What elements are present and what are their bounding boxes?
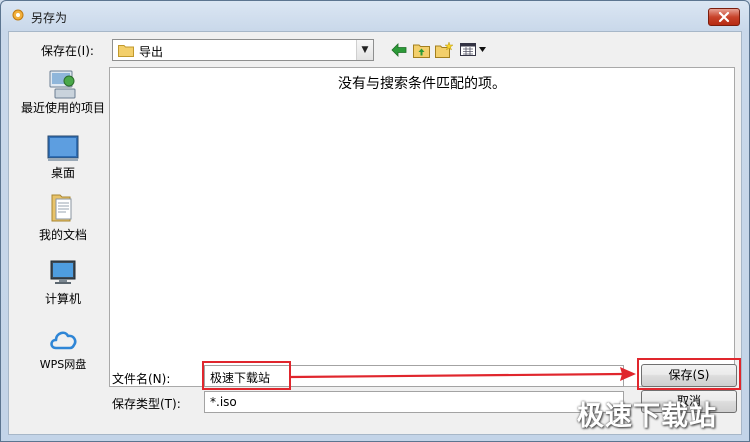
place-wps-cloud[interactable]: WPS网盘 <box>17 323 109 373</box>
close-icon <box>718 11 730 23</box>
filetype-value: *.iso <box>210 395 237 409</box>
app-icon <box>12 9 24 21</box>
annotation-highlight-filename <box>202 361 291 390</box>
computer-icon <box>50 260 76 284</box>
place-recent-items[interactable]: 最近使用的项目 <box>17 69 109 127</box>
place-documents[interactable]: 我的文档 <box>17 191 109 242</box>
place-computer[interactable]: 计算机 <box>17 257 109 306</box>
empty-message: 没有与搜索条件匹配的项。 <box>338 76 506 92</box>
chevron-down-icon[interactable]: ▼ <box>356 40 373 60</box>
cloud-icon <box>50 331 77 350</box>
back-arrow-icon <box>391 43 407 57</box>
folder-icon <box>118 45 134 57</box>
filetype-label: 保存类型(T): <box>112 397 181 411</box>
place-desktop[interactable]: 桌面 <box>17 133 109 180</box>
up-folder-icon <box>412 44 430 58</box>
filename-label: 文件名(N): <box>112 372 171 386</box>
new-folder-icon <box>435 42 453 58</box>
places-bar: 最近使用的项目 桌面 我的文档 计算机 WPS网盘 <box>17 67 109 387</box>
back-button[interactable] <box>389 41 409 59</box>
file-list[interactable]: 没有与搜索条件匹配的项。 <box>109 67 735 387</box>
watermark: 极速下载站 <box>577 401 717 432</box>
save-in-value: 导出 <box>139 45 164 59</box>
place-label: 我的文档 <box>38 228 87 242</box>
up-folder-button[interactable] <box>411 41 431 59</box>
annotation-highlight-save <box>637 358 741 390</box>
annotation-arrow <box>290 367 636 381</box>
window-title: 另存为 <box>31 11 68 25</box>
documents-icon <box>51 194 72 222</box>
recent-items-icon <box>49 70 76 99</box>
save-as-dialog: 另存为 保存在(I): 导出 ▼ 最近使用的项目 桌面 我的文档 计算机 WPS… <box>0 0 750 442</box>
view-grid-icon <box>460 43 486 56</box>
place-label: 最近使用的项目 <box>20 101 105 115</box>
desktop-icon <box>47 135 79 161</box>
save-in-combo[interactable]: 导出 ▼ <box>112 39 374 61</box>
place-label: 计算机 <box>44 292 81 306</box>
close-button[interactable] <box>708 8 740 26</box>
save-in-label: 保存在(I): <box>41 44 94 58</box>
place-label: 桌面 <box>50 166 75 180</box>
new-folder-button[interactable] <box>434 41 454 59</box>
place-label: WPS网盘 <box>39 358 87 371</box>
filetype-select[interactable]: *.iso <box>204 391 624 413</box>
title-bar: 另存为 <box>1 1 749 31</box>
view-menu-button[interactable] <box>459 41 489 59</box>
